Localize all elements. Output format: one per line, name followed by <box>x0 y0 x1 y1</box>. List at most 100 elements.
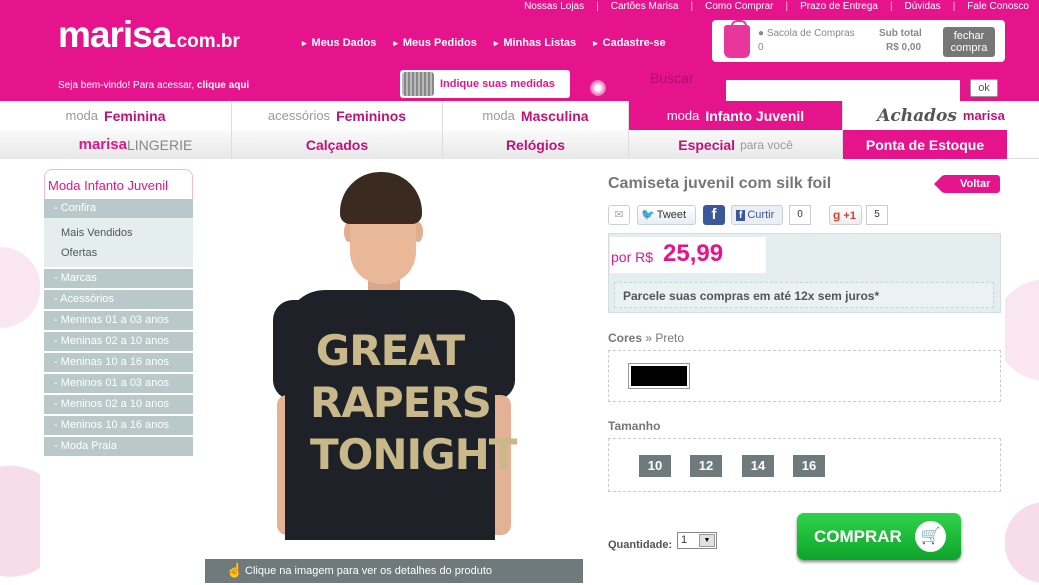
size-option[interactable]: 10 <box>639 455 671 477</box>
sidebar-title[interactable]: Moda Infanto Juvenil <box>44 169 193 199</box>
top-links: Nossas Lojas | Cartões Marisa | Como Compr… <box>514 0 1039 14</box>
cat-lingerie[interactable]: marisa LINGERIE <box>0 130 232 159</box>
close-purchase-line2: compra <box>950 42 988 54</box>
cart-box[interactable]: ● Sacola de Compras 0 Sub total R$ 0,00 … <box>712 20 1005 62</box>
cat-name: Ponta de Estoque <box>865 136 985 153</box>
color-selected: Preto <box>655 331 685 345</box>
nav-meus-pedidos[interactable]: Meus Pedidos <box>393 37 477 49</box>
subtotal-value: R$ 0,00 <box>886 42 922 53</box>
cat-moda-infanto-juvenil[interactable]: moda Infanto Juvenil <box>629 101 843 130</box>
top-link-como-comprar[interactable]: Como Comprar <box>695 0 783 14</box>
color-swatch-fill <box>631 366 687 386</box>
nav-cadastre-se[interactable]: Cadastre-se <box>593 37 666 49</box>
cart-label-wrap: ● Sacola de Compras <box>758 28 855 39</box>
sidebar: Moda Infanto Juvenil - Confira Mais Vend… <box>44 169 193 458</box>
cat-achados[interactable]: Achados marisa <box>843 101 1039 130</box>
site-logo[interactable]: marisa.com.br <box>58 14 240 56</box>
welcome-text: Seja bem-vindo! Para acessar, <box>58 80 197 91</box>
sidebar-sub-ofertas[interactable]: Ofertas <box>44 243 193 263</box>
sidebar-item[interactable]: - Meninos 01 a 03 anos <box>44 374 193 393</box>
size-option[interactable]: 16 <box>793 455 825 477</box>
sidebar-sub-mais-vendidos[interactable]: Mais Vendidos <box>44 223 193 243</box>
tweet-button[interactable]: 🐦 Tweet <box>637 205 696 225</box>
cat-moda-masculina[interactable]: moda Masculina <box>443 101 629 130</box>
account-nav: Meus Dados Meus Pedidos Minhas Listas Ca… <box>302 37 666 49</box>
cat-name: Masculina <box>520 107 589 124</box>
price-value: 25,99 <box>663 240 724 267</box>
cat-calcados[interactable]: Calçados <box>232 130 443 159</box>
achados-brand: marisa <box>962 108 1005 123</box>
sidebar-item[interactable]: - Acessórios <box>44 290 193 309</box>
cat-relogios[interactable]: Relógios <box>443 130 629 159</box>
tweet-label: Tweet <box>656 209 687 221</box>
cat-name: Femininos <box>336 107 407 124</box>
like-count: 0 <box>789 205 811 225</box>
shirt-print: GREAT RAPERS TONIGHT <box>310 325 517 481</box>
nav-meus-dados[interactable]: Meus Dados <box>302 37 377 49</box>
pointer-hand-icon: ☝ <box>226 562 244 578</box>
search-button[interactable]: ok <box>970 79 998 97</box>
lollipop-icon <box>590 80 606 96</box>
lingerie-brand: marisa <box>78 136 127 153</box>
print-line: GREAT <box>315 326 465 375</box>
image-caption-bar[interactable]: Clique na imagem para ver os detalhes do… <box>205 559 583 583</box>
google-icon: g <box>833 208 841 222</box>
cat-moda-feminina[interactable]: moda Feminina <box>0 101 232 130</box>
colors-label: Cores » Preto <box>608 331 684 345</box>
like-label: Curtir <box>747 209 775 221</box>
cat-especial[interactable]: Especial para você <box>629 130 843 159</box>
cat-name: Relógios <box>505 136 566 153</box>
cat-prefix: acessórios <box>267 108 331 123</box>
cat-acessorios-femininos[interactable]: acessórios Femininos <box>232 101 443 130</box>
colors-separator: » <box>642 331 656 345</box>
chevron-down-icon[interactable]: ▼ <box>699 534 715 547</box>
quantity-label: Quantidade: <box>608 539 673 551</box>
subtotal-label: Sub total <box>879 28 922 39</box>
left-decoration <box>0 160 40 585</box>
close-purchase-button[interactable]: fechar compra <box>943 27 995 57</box>
sidebar-item[interactable]: - Meninas 10 a 16 anos <box>44 353 193 372</box>
sidebar-item[interactable]: - Meninas 02 a 10 anos <box>44 332 193 351</box>
sidebar-submenu: Mais Vendidos Ofertas <box>44 218 193 267</box>
cart-icon: 🛒 <box>915 521 946 552</box>
size-option[interactable]: 12 <box>690 455 722 477</box>
category-nav: moda Feminina acessórios Femininos moda Mas… <box>0 101 1039 130</box>
header: Nossas Lojas | Cartões Marisa | Como Compr… <box>0 0 1039 101</box>
back-button[interactable]: Voltar <box>934 175 1000 193</box>
cart-count: 0 <box>758 42 764 53</box>
login-link[interactable]: clique aqui <box>197 80 249 91</box>
facebook-icon[interactable]: f <box>703 205 725 225</box>
facebook-small-icon: f <box>736 210 746 221</box>
sidebar-item-confira[interactable]: - Confira <box>44 199 193 218</box>
facebook-like-button[interactable]: f Curtir <box>731 205 783 225</box>
sidebar-item[interactable]: - Meninos 02 a 10 anos <box>44 395 193 414</box>
top-link-fale-conosco[interactable]: Fale Conosco <box>957 0 1039 14</box>
google-plus-button[interactable]: g +1 <box>829 205 862 225</box>
cat-name: Calçados <box>305 136 369 153</box>
cat-name: Feminina <box>104 107 166 124</box>
top-link-prazo[interactable]: Prazo de Entrega <box>790 0 888 14</box>
cat-name: Especial <box>678 136 736 153</box>
model-hair <box>340 172 422 224</box>
search-input[interactable] <box>726 80 960 101</box>
nav-minhas-listas[interactable]: Minhas Listas <box>494 37 576 49</box>
measuring-tape-icon <box>402 72 434 96</box>
top-link-duvidas[interactable]: Dúvidas <box>895 0 951 14</box>
colors-title: Cores <box>608 331 643 345</box>
cat-ponta-de-estoque[interactable]: Ponta de Estoque <box>843 130 1007 159</box>
product-title: Camiseta juvenil com silk foil <box>608 175 832 192</box>
logo-brand: marisa <box>58 14 172 55</box>
sidebar-item[interactable]: - Meninas 01 a 03 anos <box>44 311 193 330</box>
top-link-cartoes[interactable]: Cartões Marisa <box>601 0 689 14</box>
color-swatch-preto[interactable] <box>628 363 690 389</box>
top-link-lojas[interactable]: Nossas Lojas <box>514 0 594 14</box>
shopping-bag-icon <box>724 20 750 58</box>
size-option[interactable]: 14 <box>742 455 774 477</box>
sidebar-item[interactable]: - Moda Praia <box>44 437 193 456</box>
sidebar-item[interactable]: - Meninos 10 a 16 anos <box>44 416 193 435</box>
cat-prefix: moda <box>482 108 515 123</box>
email-share-icon[interactable]: ✉ <box>608 205 630 225</box>
welcome-message: Seja bem-vindo! Para acessar, clique aqu… <box>58 80 249 91</box>
achados-text: Achados <box>877 105 957 126</box>
sidebar-item[interactable]: - Marcas <box>44 269 193 288</box>
